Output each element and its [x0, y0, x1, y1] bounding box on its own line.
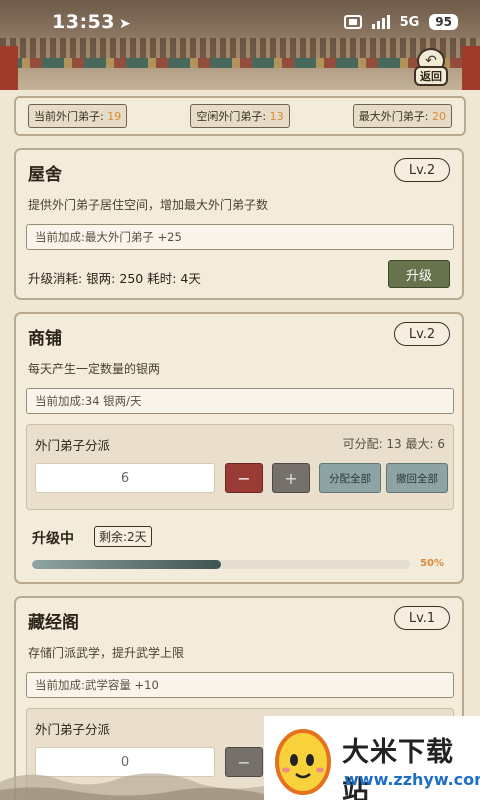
signal-icon — [371, 15, 390, 29]
stat-current-label: 当前外门弟子: — [34, 110, 108, 123]
watermark: 大米下载站 www.zzhyw.com — [264, 716, 480, 800]
assign-title: 外门弟子分派 — [35, 722, 111, 737]
roof-decoration — [0, 38, 480, 58]
clock: 13:53 ➤ — [52, 11, 131, 33]
stat-idle-value: 13 — [269, 110, 284, 123]
watermark-logo — [275, 729, 331, 795]
decrement-button[interactable]: − — [225, 463, 263, 493]
network-type: 5G — [399, 14, 420, 30]
level-badge: Lv.1 — [394, 606, 450, 630]
pillar-right — [462, 46, 480, 90]
clock-text: 13:53 — [52, 11, 115, 33]
stat-max-value: 20 — [431, 110, 446, 123]
disciple-stats: 当前外门弟子: 19 空闲外门弟子: 13 最大外门弟子: 20 — [14, 96, 466, 136]
location-icon: ➤ — [118, 16, 132, 32]
landscape-decoration — [0, 773, 264, 800]
back-button[interactable]: ↶ 返回 — [410, 48, 452, 86]
building-card-shop: 商铺 Lv.2 每天产生一定数量的银两 当前加成:34 银两/天 外门弟子分派 … — [14, 312, 464, 584]
upgrade-button[interactable]: 升级 — [388, 260, 450, 288]
building-desc: 存储门派武学，提升武学上限 — [28, 646, 185, 660]
stat-idle: 空闲外门弟子: 13 — [190, 104, 290, 128]
stat-idle-label: 空闲外门弟子: — [196, 110, 270, 123]
bonus-field: 当前加成:武学容量 +10 — [26, 672, 454, 698]
back-label: 返回 — [414, 66, 448, 86]
app-header: 13:53 ➤ 5G 95 ↶ 返回 — [0, 0, 480, 90]
watermark-title: 大米下载站 — [342, 737, 454, 800]
stat-max-label: 最大外门弟子: — [358, 110, 432, 123]
status-icons: 5G 95 — [343, 14, 458, 30]
screen-icon — [343, 15, 362, 29]
progress-percent: 50% — [420, 558, 444, 569]
stat-current-value: 19 — [107, 110, 122, 123]
stat-max: 最大外门弟子: 20 — [352, 104, 452, 128]
watermark-url: www.zzhyw.com — [344, 770, 480, 789]
assign-all-button[interactable]: 分配全部 — [319, 463, 381, 493]
pillar-left — [0, 46, 18, 90]
assign-info: 可分配: 13 最大: 6 — [342, 437, 445, 451]
building-card-dorm: 屋舍 Lv.2 提供外门弟子居住空间，增加最大外门弟子数 当前加成:最大外门弟子… — [14, 148, 464, 300]
assign-count-input[interactable]: 6 — [35, 463, 215, 493]
level-badge: Lv.2 — [394, 158, 450, 182]
assign-title: 外门弟子分派 — [35, 438, 111, 453]
bonus-field: 当前加成:最大外门弟子 +25 — [26, 224, 454, 250]
beam-decoration — [0, 58, 480, 68]
level-badge: Lv.2 — [394, 322, 450, 346]
increment-button[interactable]: + — [272, 463, 310, 493]
upgrade-progress-bar — [32, 560, 410, 569]
upgrade-cost: 升级消耗: 银两: 250 耗时: 4天 — [28, 271, 201, 286]
bonus-field: 当前加成:34 银两/天 — [26, 388, 454, 414]
upgrade-progress-fill — [32, 560, 221, 569]
assign-panel: 外门弟子分派 可分配: 13 最大: 6 6 − + 分配全部 撤回全部 — [26, 424, 454, 510]
status-bar: 13:53 ➤ 5G 95 — [0, 8, 480, 36]
building-desc: 每天产生一定数量的银两 — [28, 362, 161, 376]
recall-all-button[interactable]: 撤回全部 — [386, 463, 448, 493]
battery-indicator: 95 — [429, 14, 458, 30]
upgrading-label: 升级中 — [32, 531, 74, 547]
building-title: 藏经阁 — [28, 613, 79, 633]
building-title: 商铺 — [28, 329, 62, 349]
building-desc: 提供外门弟子居住空间，增加最大外门弟子数 — [28, 198, 269, 212]
remaining-time-badge: 剩余:2天 — [94, 526, 152, 547]
stat-current: 当前外门弟子: 19 — [28, 104, 128, 128]
building-title: 屋舍 — [28, 165, 62, 185]
